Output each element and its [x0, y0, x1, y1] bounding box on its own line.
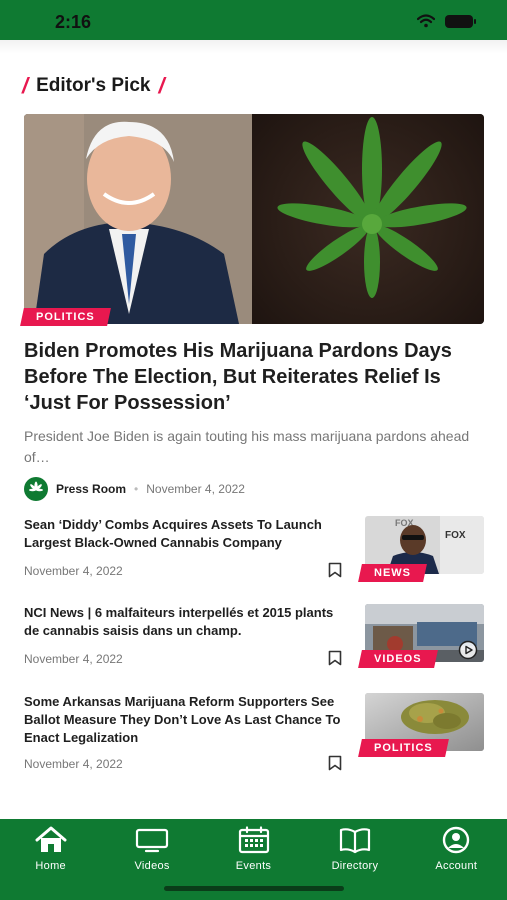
- hero-title[interactable]: Biden Promotes His Marijuana Pardons Day…: [24, 338, 484, 416]
- hero-image[interactable]: [24, 114, 484, 324]
- svg-text:FOX: FOX: [445, 530, 466, 541]
- status-time: 2:16: [55, 12, 92, 32]
- nav-label: Events: [235, 860, 272, 872]
- hero-photo-plant: [252, 114, 484, 324]
- list-item[interactable]: NCI News | 6 malfaiteurs interpellés et …: [24, 604, 484, 682]
- section-header: / Editor's Pick /: [22, 73, 165, 99]
- meta-separator: •: [134, 482, 139, 496]
- battery-icon: [445, 14, 476, 28]
- leaf-icon: [29, 481, 43, 492]
- hero-excerpt: President Joe Biden is again touting his…: [24, 428, 470, 465]
- bookmark-icon[interactable]: [328, 650, 342, 666]
- bookmark-icon[interactable]: [328, 755, 342, 771]
- play-icon[interactable]: [458, 640, 478, 660]
- list-item[interactable]: Sean ‘Diddy’ Combs Acquires Assets To La…: [24, 516, 484, 594]
- article-date: November 4, 2022: [24, 564, 123, 578]
- status-bar: 2:16: [0, 0, 507, 40]
- home-indicator: [164, 886, 344, 891]
- bookmark-icon[interactable]: [328, 562, 342, 578]
- category-label: POLITICS: [374, 742, 433, 754]
- list-item[interactable]: Some Arkansas Marijuana Reform Supporter…: [24, 693, 484, 771]
- home-icon: [35, 826, 67, 852]
- category-badge[interactable]: VIDEOS: [358, 650, 438, 668]
- header-divider: [0, 40, 507, 54]
- nav-item-account[interactable]: Account: [406, 819, 507, 900]
- user-circle-icon: [443, 826, 470, 854]
- monitor-icon: [136, 828, 169, 853]
- nav-label: Directory: [331, 860, 379, 872]
- category-badge[interactable]: POLITICS: [20, 308, 111, 326]
- nav-label: Home: [35, 860, 66, 872]
- author-name[interactable]: Press Room: [56, 482, 126, 496]
- nav-item-home[interactable]: Home: [0, 819, 101, 900]
- category-badge[interactable]: NEWS: [358, 564, 427, 582]
- article-title[interactable]: NCI News | 6 malfaiteurs interpellés et …: [24, 604, 349, 640]
- book-icon: [339, 828, 371, 854]
- category-badge[interactable]: POLITICS: [358, 739, 449, 757]
- category-label: VIDEOS: [374, 653, 422, 665]
- slash-decoration: /: [158, 73, 165, 98]
- author-avatar: [24, 477, 48, 501]
- category-label: POLITICS: [36, 311, 95, 323]
- category-label: NEWS: [374, 567, 411, 579]
- nav-label: Videos: [134, 860, 170, 872]
- calendar-icon: [238, 826, 269, 854]
- article-title[interactable]: Some Arkansas Marijuana Reform Supporter…: [24, 693, 349, 747]
- wifi-icon: [417, 14, 435, 28]
- section-title: Editor's Pick: [36, 75, 151, 96]
- article-title[interactable]: Sean ‘Diddy’ Combs Acquires Assets To La…: [24, 516, 349, 552]
- hero-meta: Press Room • November 4, 2022: [24, 477, 245, 501]
- hero-photo-portrait: [24, 114, 252, 324]
- hero-date: November 4, 2022: [146, 482, 245, 496]
- status-icons: [417, 14, 476, 28]
- nav-label: Account: [435, 860, 478, 872]
- article-date: November 4, 2022: [24, 652, 123, 666]
- slash-decoration: /: [22, 73, 29, 98]
- article-date: November 4, 2022: [24, 757, 123, 771]
